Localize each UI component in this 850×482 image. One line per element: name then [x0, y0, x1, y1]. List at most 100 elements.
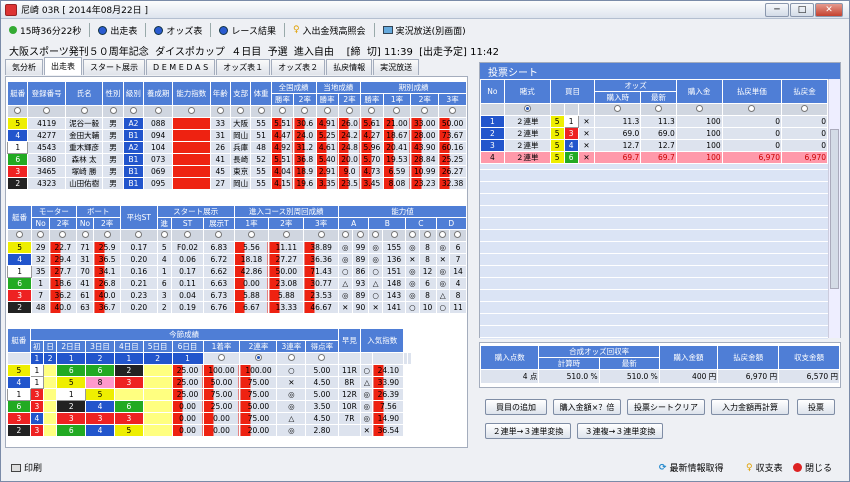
radio-button[interactable]: [254, 354, 262, 361]
table-row[interactable]: 6 1 18.6 41 26.8 0.21 6 0.11 6.63 0.00 23.08 30.77 △…: [6, 277, 468, 290]
radio-button[interactable]: [421, 107, 429, 114]
radio-button[interactable]: [109, 107, 117, 114]
scrollbar[interactable]: [828, 79, 840, 338]
bet-row[interactable]: 3 ２連単 5 4 ✕ 12.7 12.7 100 0 0: [480, 139, 828, 152]
radio-button[interactable]: [216, 107, 224, 114]
table-row[interactable]: 2 48 40.0 63 36.7 0.20 2 0.19 6.76 6.67 13.33 46.67…: [6, 301, 468, 314]
radio-button[interactable]: [183, 231, 191, 238]
radio-button[interactable]: [439, 231, 447, 238]
radio-button[interactable]: [247, 231, 255, 238]
scrollbar-thumb[interactable]: [830, 129, 839, 289]
table-row[interactable]: 6 3680 森林 太男 B1 073 41 長崎 52 5.51 36.8 5.40 20.0 5.7…: [6, 153, 467, 166]
radio-button[interactable]: [160, 231, 168, 238]
table-row[interactable]: 4 1 5 8 3 25.00 50.00 75.00 ✕ 4.50 8R △ 33.90: [7, 376, 412, 389]
radio-button[interactable]: [801, 105, 808, 112]
radio-button[interactable]: [217, 354, 225, 361]
radio-button[interactable]: [449, 107, 457, 114]
radio-button[interactable]: [59, 231, 67, 238]
radio-button[interactable]: [317, 231, 325, 238]
radio-button[interactable]: [323, 107, 331, 114]
tab-1[interactable]: 出走表: [44, 57, 82, 75]
radio-button[interactable]: [695, 105, 703, 112]
radio-button[interactable]: [393, 107, 401, 114]
tab-2[interactable]: スタート展示: [83, 59, 145, 75]
clear-sheet-button[interactable]: 投票シートクリア: [627, 399, 705, 415]
radio-button[interactable]: [43, 107, 51, 114]
entry-table-button[interactable]: 出走表: [98, 23, 147, 37]
refresh-button[interactable]: ⟳ 最新情報取得: [659, 461, 724, 475]
table-row[interactable]: 5 1 6 6 2 25.00 100.00 100.00 ○ 5.00 11R ○ 24.10: [7, 364, 412, 377]
radio-button[interactable]: [282, 231, 290, 238]
radio-button[interactable]: [135, 231, 143, 238]
tab-5[interactable]: オッズ表２: [271, 59, 326, 75]
race-result-button[interactable]: レース結果: [219, 23, 285, 37]
tab-7[interactable]: 実況放送: [373, 59, 420, 75]
radio-button[interactable]: [408, 231, 416, 238]
table-row[interactable]: 1 35 27.7 70 34.1 0.16 1 0.17 6.62 42.86 50.00 71.4…: [6, 265, 468, 278]
radio-button[interactable]: [278, 107, 286, 114]
vote-button[interactable]: 投票: [797, 399, 835, 415]
radio-button[interactable]: [80, 107, 88, 114]
close-button[interactable]: ✕: [815, 3, 843, 17]
radio-button[interactable]: [14, 107, 22, 114]
table-row[interactable]: 3 4 3 3 3 0.00 0.00 75.00 △ 4.50 7R ◎ 14.90: [7, 412, 412, 425]
radio-button[interactable]: [154, 107, 162, 114]
radio-button[interactable]: [16, 231, 24, 238]
radio-button[interactable]: [237, 107, 245, 114]
table-row[interactable]: 4 4277 金田大輔男 B1 094 31 岡山 51 4.47 24.0 5.25 24.2 4.2…: [6, 129, 467, 142]
multiply-amount-button[interactable]: 購入金額×？倍: [553, 399, 621, 415]
footer-close-button[interactable]: 閉じる: [793, 461, 832, 474]
table-row[interactable]: 1 4543 重木輝彦男 A2 104 26 兵庫 48 4.92 31.2 4.61 24.8 5.9…: [6, 141, 467, 154]
convert-exacta-button[interactable]: ２連単→３連単変換: [485, 423, 571, 439]
odds-table-button[interactable]: オッズ表: [154, 23, 212, 37]
radio-button[interactable]: [37, 231, 45, 238]
table-row[interactable]: 6 3 2 4 6 0.00 25.00 50.00 ◎ 3.50 10R ◎ 7.56: [7, 400, 412, 413]
radio-button[interactable]: [215, 231, 223, 238]
bet-row[interactable]: 2 ２連単 5 3 ✕ 69.0 69.0 100 0 0: [480, 127, 828, 140]
radio-button[interactable]: [454, 231, 462, 238]
table-row[interactable]: 2 3 6 4 5 0.00 0.00 20.00 ◎ 2.80 ✕ 36.54: [7, 424, 412, 437]
add-bet-button[interactable]: 買目の追加: [485, 399, 547, 415]
radio-button[interactable]: [257, 107, 265, 114]
table-row[interactable]: 3 7 36.2 61 40.0 0.23 3 0.04 6.73 5.88 5.88 23.53 ◎ 8…: [6, 289, 468, 302]
radio-button[interactable]: [129, 107, 137, 114]
tab-6[interactable]: 払戻情報: [326, 59, 373, 75]
table-row[interactable]: 4 32 29.4 31 36.5 0.20 4 0.06 6.72 18.18 27.27 36.3…: [6, 253, 468, 266]
radio-button[interactable]: [356, 231, 364, 238]
tab-3[interactable]: D E M E D A S: [146, 59, 216, 75]
table-row[interactable]: 1 3 1 5 25.00 75.00 75.00 ◎ 5.00 12R ◎ 26.39: [7, 388, 412, 401]
delete-bet-icon[interactable]: ✕: [577, 151, 596, 164]
radio-button[interactable]: [301, 107, 309, 114]
delete-bet-icon[interactable]: ✕: [577, 127, 596, 140]
delete-bet-icon[interactable]: ✕: [577, 139, 596, 152]
convert-trio-button[interactable]: ３連複→３連単変換: [577, 423, 663, 439]
radio-button[interactable]: [346, 107, 354, 114]
radio-button[interactable]: [287, 354, 295, 361]
minimize-button[interactable]: ─: [765, 3, 789, 17]
table-row[interactable]: 3 3465 塚崎 勝男 B1 069 45 東京 55 4.04 18.9 2.91 9.0 4.73…: [6, 165, 467, 178]
live-broadcast-button[interactable]: 実況放送(別画面): [382, 23, 474, 37]
radio-button[interactable]: [614, 105, 622, 112]
table-row[interactable]: 5 29 22.7 71 25.9 0.17 5 F0.02 6.83 5.56 11.11 38.8…: [6, 241, 468, 254]
radio-button[interactable]: [103, 231, 111, 238]
radio-button[interactable]: [655, 105, 662, 112]
tab-0[interactable]: 気分析: [5, 59, 43, 75]
balance-inquiry-button[interactable]: ♀ 入出金残高照会: [293, 23, 375, 37]
balance-button[interactable]: ♀ 収支表: [746, 461, 783, 475]
radio-button[interactable]: [81, 231, 89, 238]
radio-button[interactable]: [390, 231, 398, 238]
recalculate-button[interactable]: 入力金額再計算: [711, 399, 789, 415]
table-row[interactable]: 5 4119 泥谷一毅男 A2 088 33 大阪 55 5.51 30.6 4.91 26.0 5.6…: [6, 117, 467, 130]
radio-button[interactable]: [424, 231, 432, 238]
delete-bet-icon[interactable]: ✕: [577, 115, 596, 128]
radio-button[interactable]: [748, 105, 756, 112]
radio-button[interactable]: [341, 231, 349, 238]
radio-button[interactable]: [372, 231, 380, 238]
print-button[interactable]: 印刷: [11, 461, 42, 474]
tab-4[interactable]: オッズ表１: [216, 59, 271, 75]
radio-button[interactable]: [187, 107, 195, 114]
table-row[interactable]: 2 4323 山田佑樹男 B1 095 27 岡山 55 4.15 19.6 3.35 23.5 3.4…: [6, 177, 467, 190]
maximize-button[interactable]: □: [790, 3, 814, 17]
radio-button[interactable]: [368, 107, 376, 114]
radio-button[interactable]: [318, 354, 326, 361]
